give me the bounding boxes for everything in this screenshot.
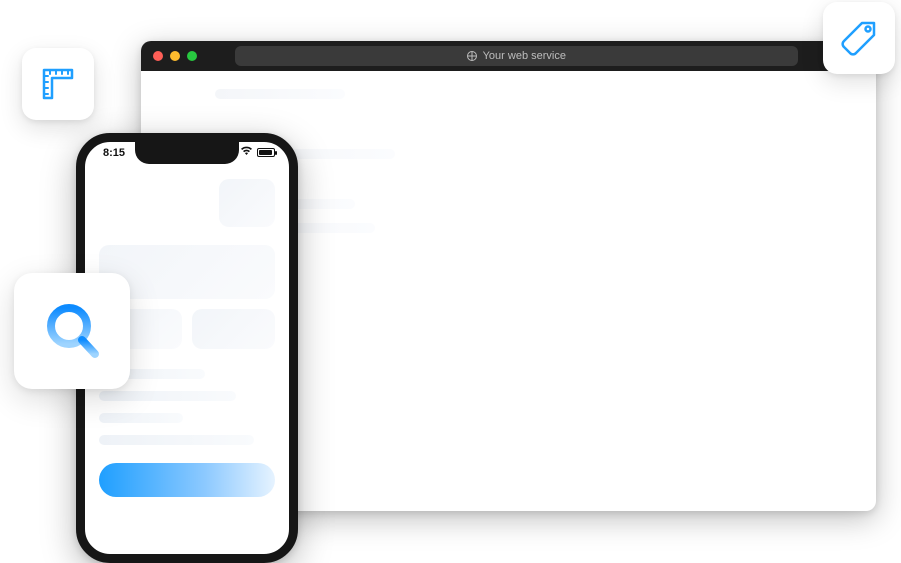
address-bar[interactable]: Your web service bbox=[235, 46, 798, 66]
ruler-tile bbox=[22, 48, 94, 120]
status-time: 8:15 bbox=[103, 147, 125, 159]
battery-icon bbox=[257, 148, 275, 157]
search-tile bbox=[14, 273, 130, 389]
window-controls[interactable] bbox=[153, 51, 197, 61]
search-icon bbox=[37, 296, 107, 366]
ruler-icon bbox=[38, 64, 78, 104]
skeleton-card bbox=[192, 309, 275, 349]
skeleton-line bbox=[99, 435, 254, 445]
browser-titlebar: Your web service ⤢ bbox=[141, 41, 876, 71]
skeleton-line bbox=[99, 413, 183, 423]
address-bar-text: Your web service bbox=[483, 50, 566, 62]
maximize-window-icon[interactable] bbox=[187, 51, 197, 61]
skeleton-card bbox=[219, 179, 275, 227]
skeleton-line bbox=[99, 391, 236, 401]
close-window-icon[interactable] bbox=[153, 51, 163, 61]
phone-notch bbox=[135, 142, 239, 164]
wifi-icon bbox=[240, 146, 253, 159]
minimize-window-icon[interactable] bbox=[170, 51, 180, 61]
skeleton-cta-button bbox=[99, 463, 275, 497]
skeleton-line bbox=[215, 89, 345, 99]
tag-icon bbox=[838, 17, 880, 59]
globe-icon bbox=[467, 51, 477, 61]
tag-tile bbox=[823, 2, 895, 74]
